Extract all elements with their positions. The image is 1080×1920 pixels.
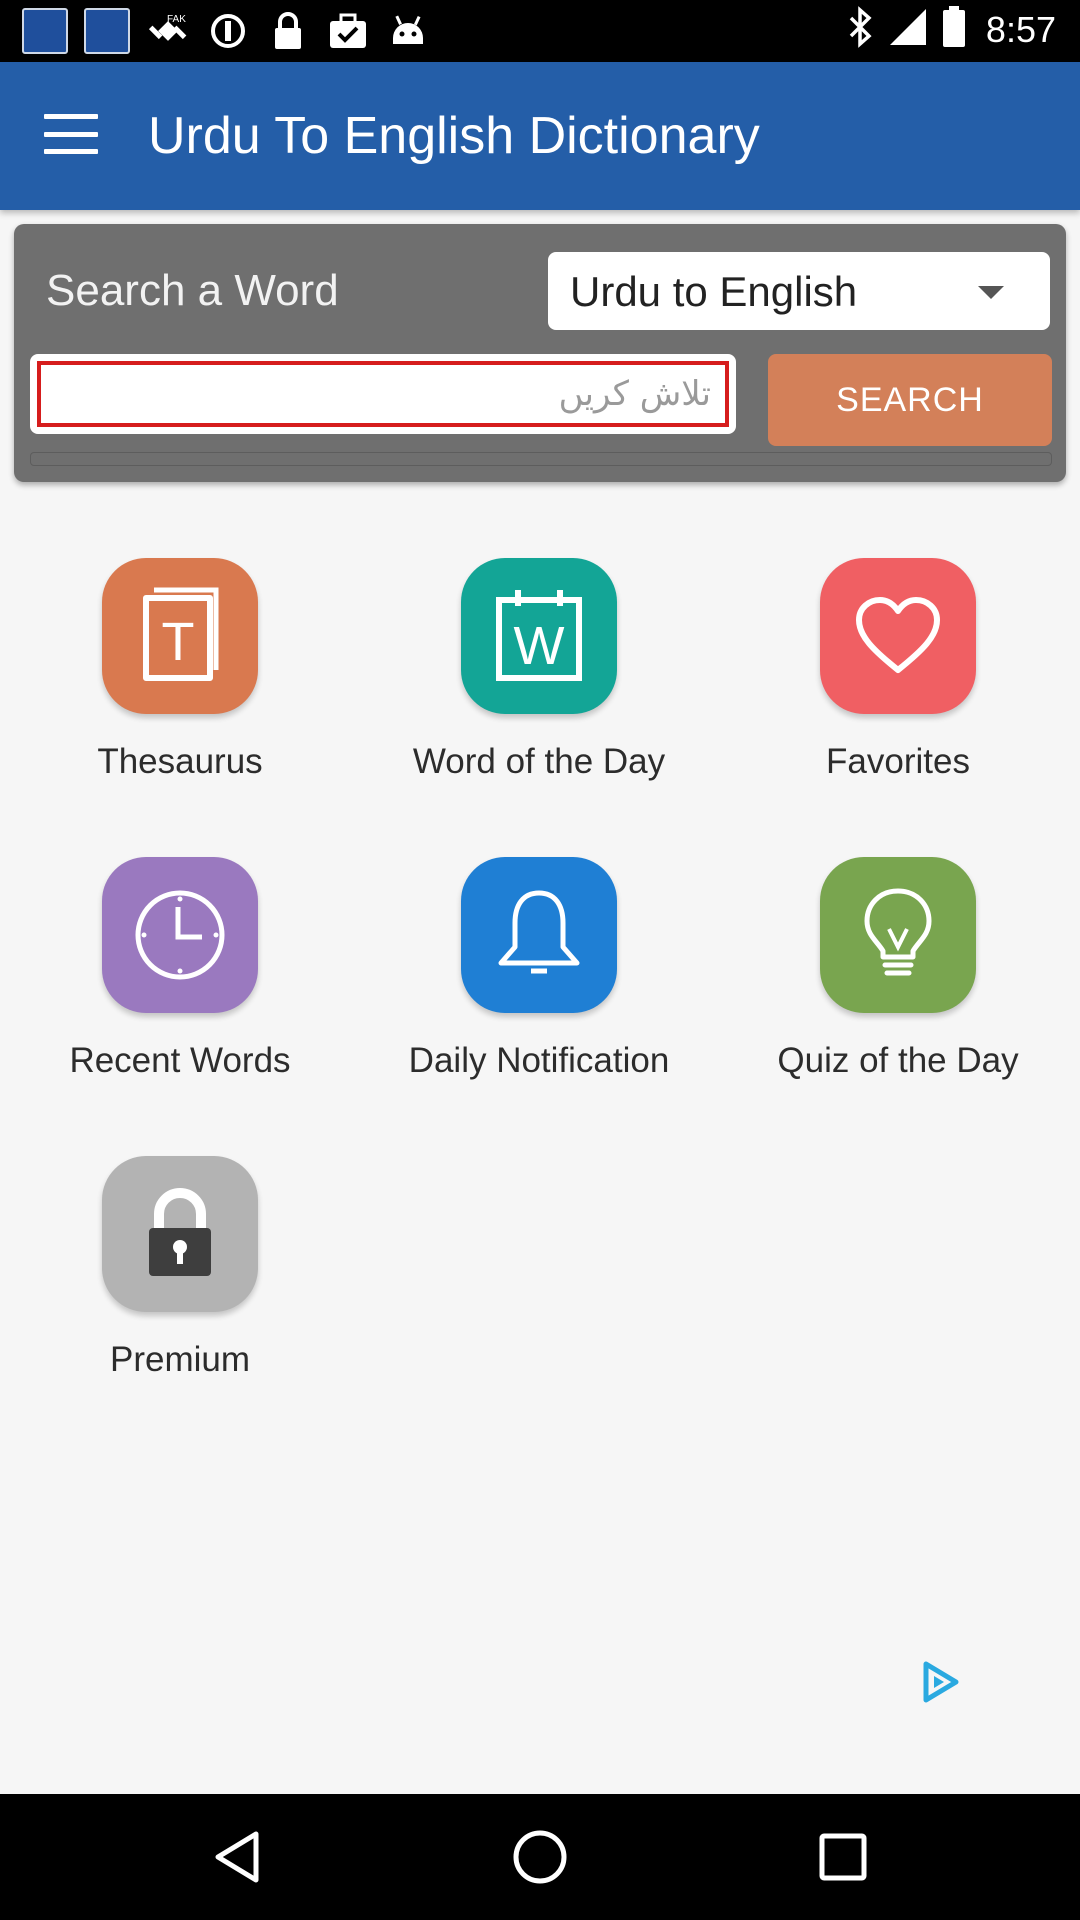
search-input-container xyxy=(30,354,736,434)
word-of-the-day-tile[interactable]: W Word of the Day xyxy=(379,558,699,798)
svg-text:W: W xyxy=(514,616,565,676)
search-label: Search a Word xyxy=(46,266,339,315)
recent-words-tile[interactable]: Recent Words xyxy=(20,857,340,1097)
tile-label: Premium xyxy=(109,1340,251,1379)
language-dropdown[interactable]: Urdu to English xyxy=(548,252,1050,330)
bell-icon xyxy=(461,857,617,1013)
signal-icon xyxy=(888,7,928,52)
back-icon[interactable] xyxy=(204,1824,270,1890)
search-button[interactable]: SEARCH xyxy=(768,354,1052,446)
premium-tile[interactable]: Premium xyxy=(20,1156,340,1396)
app-notification-icon xyxy=(22,8,68,54)
daily-notification-tile[interactable]: Daily Notification xyxy=(379,857,699,1097)
battery-icon xyxy=(942,6,966,53)
navigation-bar xyxy=(0,1794,1080,1920)
tile-label: Thesaurus xyxy=(97,742,263,781)
heart-icon xyxy=(820,558,976,714)
search-input[interactable] xyxy=(37,361,729,427)
android-icon xyxy=(386,9,430,53)
search-card: Search a Word Urdu to English SEARCH xyxy=(14,224,1066,482)
tile-label: Word of the Day xyxy=(412,742,666,781)
clock-icon xyxy=(102,857,258,1013)
quiz-of-the-day-tile[interactable]: Quiz of the Day xyxy=(738,857,1058,1097)
lock-icon xyxy=(266,9,310,53)
ad-choices-icon[interactable] xyxy=(918,1660,962,1704)
app-bar: Urdu To English Dictionary xyxy=(0,62,1080,210)
sync-icon xyxy=(206,9,250,53)
svg-text:FAK: FAK xyxy=(167,14,186,25)
app-notification-icon xyxy=(84,8,130,54)
language-dropdown-value: Urdu to English xyxy=(570,268,858,315)
status-bar: FAK 8:57 xyxy=(0,0,1080,62)
hamburger-menu-icon[interactable] xyxy=(44,114,98,154)
tile-label: Recent Words xyxy=(69,1041,291,1080)
thesaurus-tile[interactable]: T Thesaurus xyxy=(20,558,340,798)
book-icon: T xyxy=(102,558,258,714)
status-icons-left: FAK xyxy=(22,8,430,54)
fake-gps-icon: FAK xyxy=(146,9,190,53)
status-time: 8:57 xyxy=(985,8,1056,50)
lightbulb-icon xyxy=(820,857,976,1013)
card-divider xyxy=(30,452,1052,466)
tile-label: Favorites xyxy=(826,742,970,781)
svg-text:T: T xyxy=(162,612,195,672)
calendar-w-icon: W xyxy=(461,558,617,714)
tile-label: Daily Notification xyxy=(408,1041,670,1080)
recents-icon[interactable] xyxy=(810,1824,876,1890)
briefcase-check-icon xyxy=(326,9,370,53)
bluetooth-icon xyxy=(848,6,874,53)
home-icon[interactable] xyxy=(507,1824,573,1890)
favorites-tile[interactable]: Favorites xyxy=(738,558,1058,798)
dropdown-arrow-icon xyxy=(978,286,1004,299)
app-title: Urdu To English Dictionary xyxy=(148,107,760,165)
tile-label: Quiz of the Day xyxy=(777,1041,1019,1080)
padlock-icon xyxy=(102,1156,258,1312)
status-icons-right: 8:57 xyxy=(848,6,1056,53)
